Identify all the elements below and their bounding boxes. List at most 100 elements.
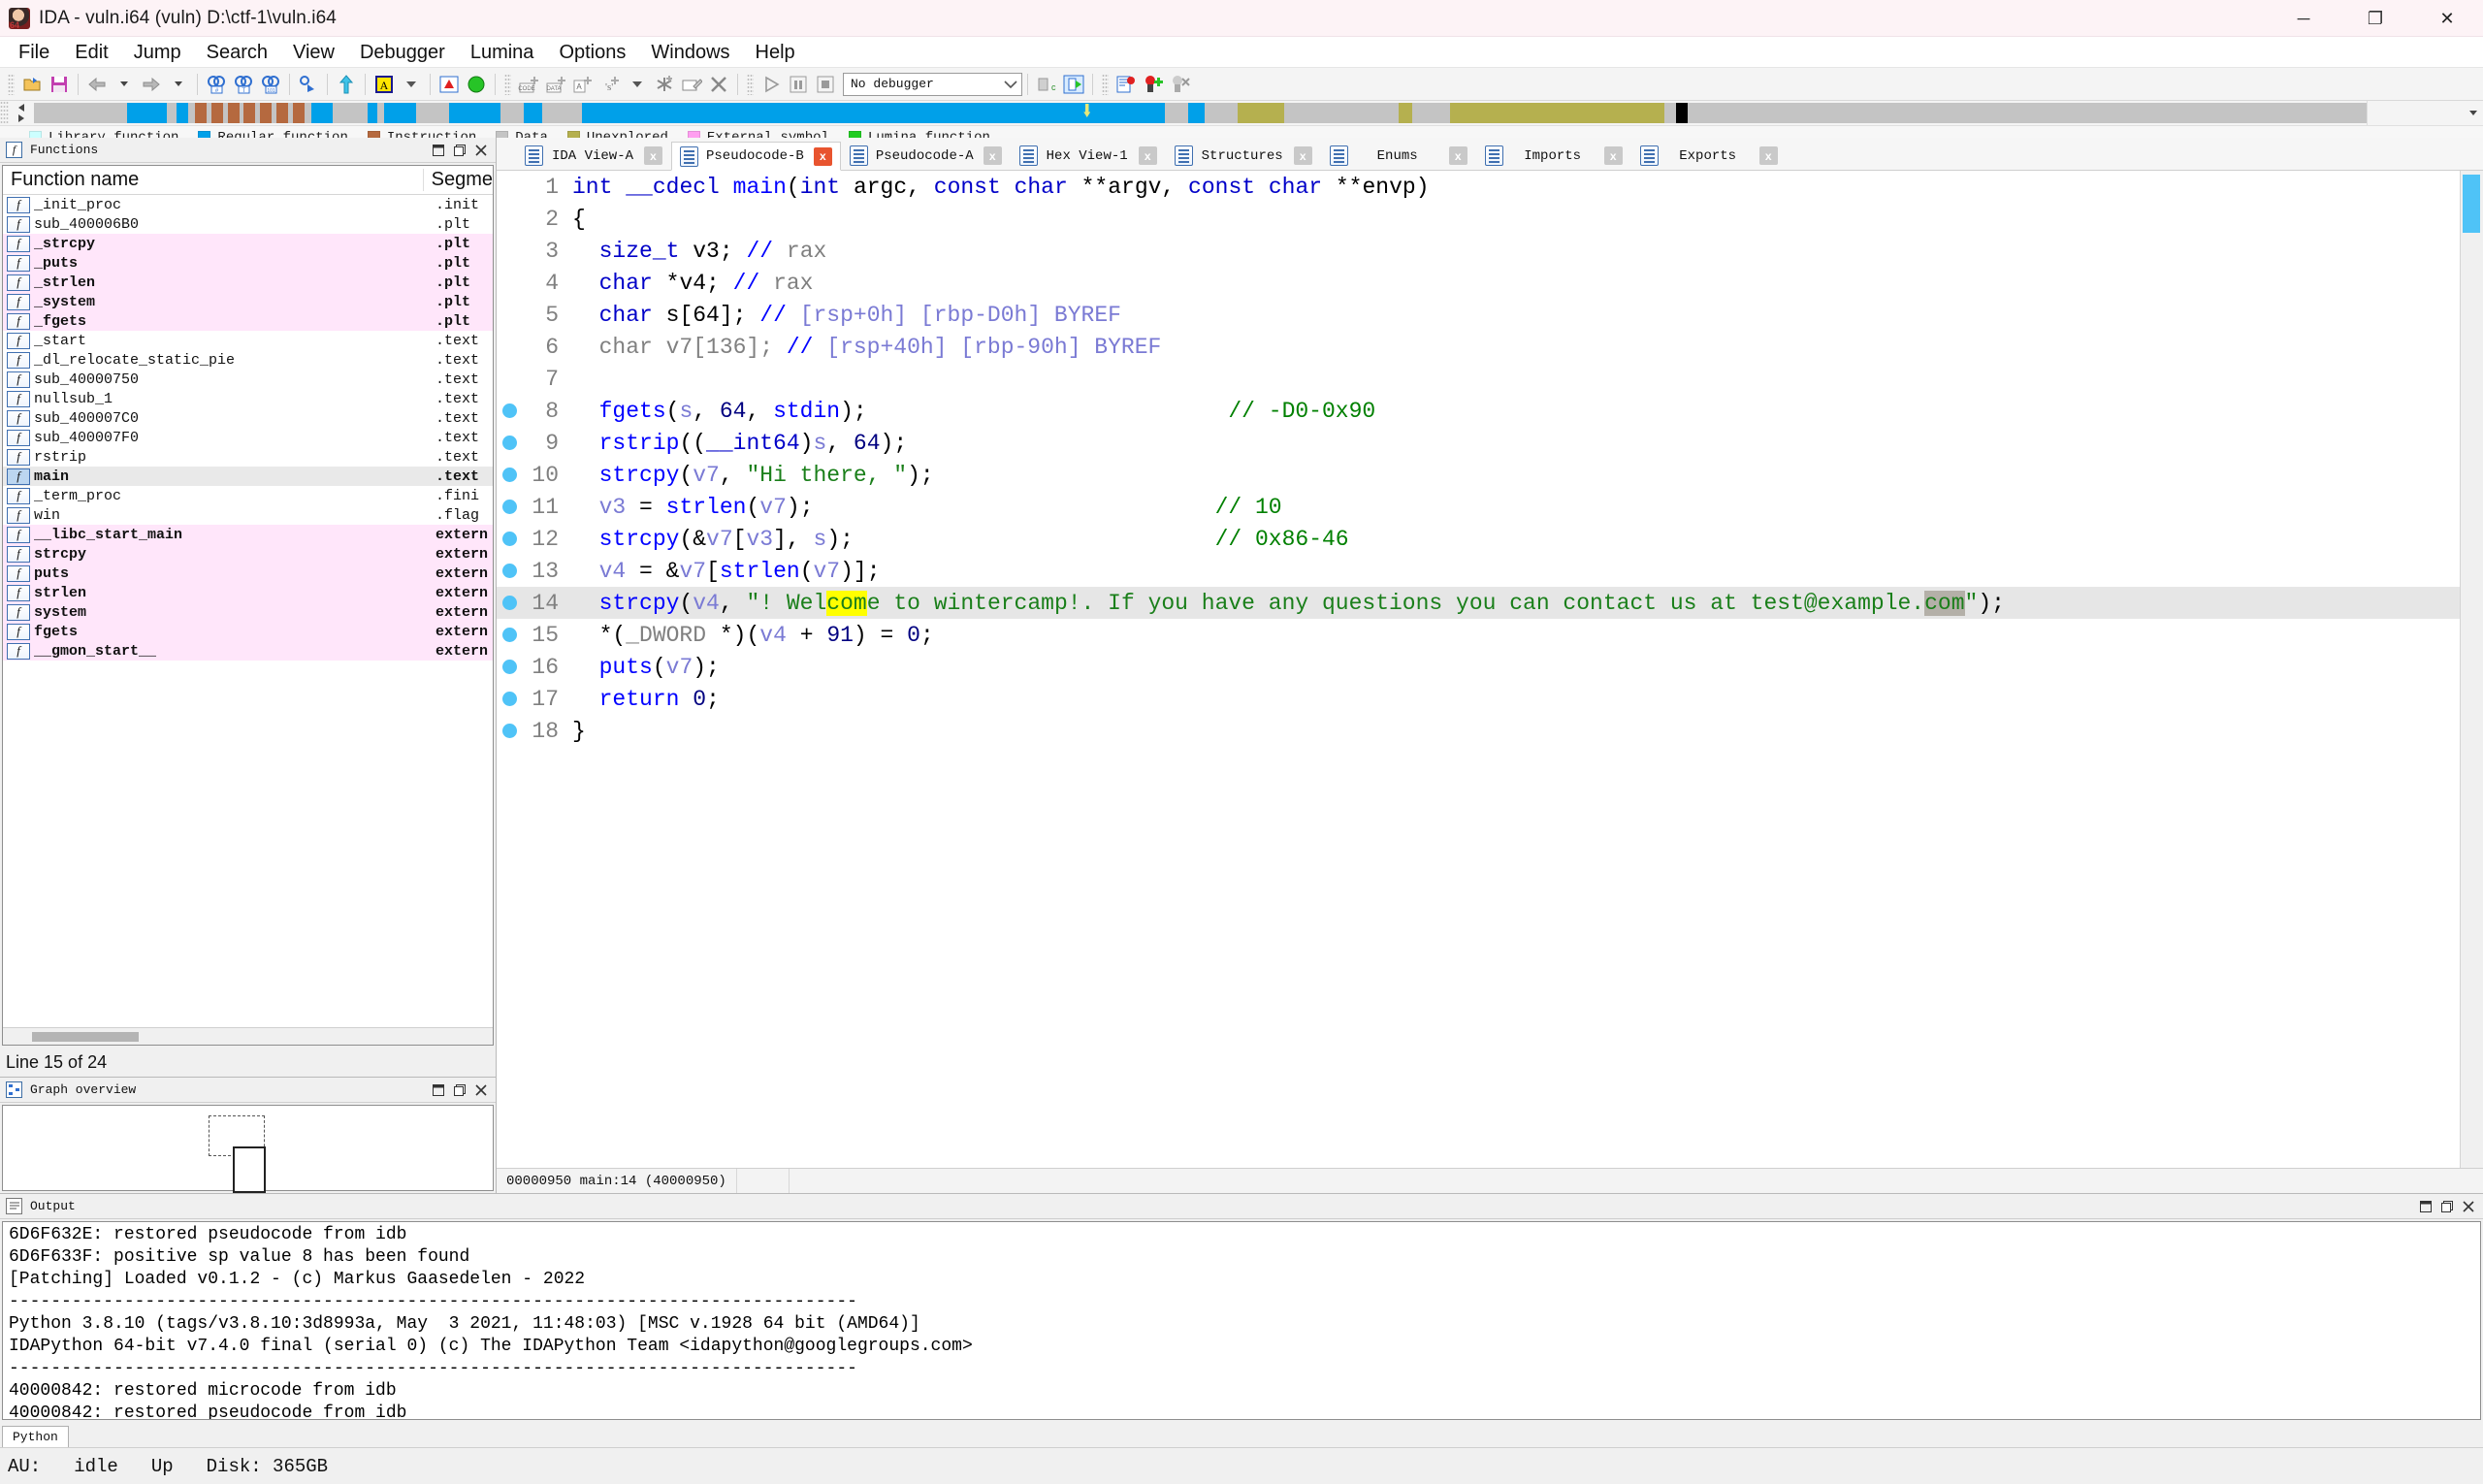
- menu-debugger[interactable]: Debugger: [347, 37, 458, 68]
- pseudocode-line[interactable]: 3 size_t v3; // rax: [497, 235, 2460, 267]
- pseudocode-line-text[interactable]: strcpy(&v7[v3], s); // 0x86-46: [559, 527, 1349, 552]
- graph-overview-maximize-icon[interactable]: [449, 1080, 470, 1101]
- pseudocode-line[interactable]: 2{: [497, 203, 2460, 235]
- function-list-row[interactable]: f fgets extern: [3, 622, 493, 641]
- view-tab-close-icon[interactable]: x: [1448, 146, 1467, 165]
- graph-overview-node[interactable]: [233, 1146, 266, 1193]
- function-list-row[interactable]: f _puts .plt: [3, 253, 493, 273]
- menu-options[interactable]: Options: [546, 37, 638, 68]
- menu-file[interactable]: File: [6, 37, 62, 68]
- search-next-icon[interactable]: [295, 71, 322, 98]
- pseudocode-line-text[interactable]: char *v4; // rax: [559, 271, 814, 296]
- graph-overview-restore-icon[interactable]: [428, 1080, 449, 1101]
- function-list-row[interactable]: f strcpy extern: [3, 544, 493, 564]
- menu-jump[interactable]: Jump: [121, 37, 194, 68]
- breakpoint-marker-icon[interactable]: [497, 532, 522, 546]
- pseudocode-vscroll-thumb[interactable]: [2463, 175, 2480, 233]
- function-list-row[interactable]: f win .flag: [3, 505, 493, 525]
- start-process-icon[interactable]: [1060, 71, 1087, 98]
- pseudocode-line-text[interactable]: }: [559, 719, 586, 744]
- menu-windows[interactable]: Windows: [638, 37, 742, 68]
- view-tab-close-icon[interactable]: x: [1138, 146, 1157, 165]
- open-file-icon[interactable]: [18, 71, 46, 98]
- function-list-row[interactable]: f _strlen .plt: [3, 273, 493, 292]
- function-list-row[interactable]: f _strcpy .plt: [3, 234, 493, 253]
- pseudocode-line-text[interactable]: char v7[136]; // [rsp+40h] [rbp-90h] BYR…: [559, 335, 1162, 360]
- view-tab-close-icon[interactable]: x: [1293, 146, 1312, 165]
- pseudocode-line[interactable]: 5 char s[64]; // [rsp+0h] [rbp-D0h] BYRE…: [497, 299, 2460, 331]
- function-list-row[interactable]: f sub_400006B0 .plt: [3, 214, 493, 234]
- toolbar-grip-4[interactable]: [1102, 73, 1109, 95]
- debug-run-icon[interactable]: [758, 71, 785, 98]
- make-string-dropdown-icon[interactable]: [624, 71, 651, 98]
- function-list-row[interactable]: f main .text: [3, 467, 493, 486]
- function-list-row[interactable]: f sub_40000750 .text: [3, 370, 493, 389]
- graph-overview-canvas[interactable]: [2, 1105, 494, 1193]
- debugger-select[interactable]: No debugger: [843, 72, 1022, 96]
- make-array-icon[interactable]: A: [569, 71, 597, 98]
- view-tab-close-icon[interactable]: x: [644, 146, 662, 165]
- view-tab[interactable]: IDA View-A x: [516, 141, 671, 170]
- breakpoint-marker-icon[interactable]: [497, 403, 522, 418]
- function-list-row[interactable]: f __gmon_start__ extern: [3, 641, 493, 661]
- toolbar-grip-2[interactable]: [504, 73, 511, 95]
- back-arrow-icon[interactable]: [83, 71, 111, 98]
- pseudocode-line-text[interactable]: rstrip((__int64)s, 64);: [559, 431, 908, 456]
- pseudocode-line[interactable]: 15 *(_DWORD *)(v4 + 91) = 0;: [497, 619, 2460, 651]
- breakpoint-marker-icon[interactable]: [497, 724, 522, 738]
- forward-dropdown-icon[interactable]: [165, 71, 192, 98]
- function-list-row[interactable]: f nullsub_1 .text: [3, 389, 493, 408]
- functions-horizontal-scrollbar[interactable]: [3, 1027, 493, 1045]
- output-panel-restore-icon[interactable]: [2415, 1196, 2436, 1217]
- toolbar-grip-3[interactable]: [747, 73, 754, 95]
- function-list-row[interactable]: f puts extern: [3, 564, 493, 583]
- pseudocode-line-text[interactable]: *(_DWORD *)(v4 + 91) = 0;: [559, 623, 934, 648]
- functions-panel-close-icon[interactable]: [470, 140, 492, 161]
- breakpoint-marker-icon[interactable]: [497, 692, 522, 706]
- delete-breakpoint-icon[interactable]: [1167, 71, 1194, 98]
- navband-arrows[interactable]: [9, 101, 34, 125]
- breakpoint-marker-icon[interactable]: [497, 564, 522, 578]
- pseudocode-line[interactable]: 1 int __cdecl main(int argc, const char *…: [497, 171, 2460, 203]
- pseudocode-line[interactable]: 11 v3 = strlen(v7); // 10: [497, 491, 2460, 523]
- pseudocode-line[interactable]: 8 fgets(s, 64, stdin); // -D0-0x90: [497, 395, 2460, 427]
- debug-pause-icon[interactable]: [785, 71, 812, 98]
- make-data-icon[interactable]: DATA: [542, 71, 569, 98]
- function-list-row[interactable]: f _system .plt: [3, 292, 493, 311]
- navigation-band[interactable]: [34, 103, 2367, 123]
- pseudocode-line-text[interactable]: int __cdecl main(int argc, const char **…: [559, 175, 1430, 200]
- breakpoint-list-icon[interactable]: [1113, 71, 1140, 98]
- text-view-icon[interactable]: A: [371, 71, 398, 98]
- view-tab-close-icon[interactable]: x: [1603, 146, 1623, 165]
- save-icon[interactable]: [46, 71, 73, 98]
- function-list-row[interactable]: f rstrip .text: [3, 447, 493, 467]
- edit-icon[interactable]: [678, 71, 705, 98]
- function-list-row[interactable]: f system extern: [3, 602, 493, 622]
- pseudocode-line-text[interactable]: strcpy(v7, "Hi there, ");: [559, 463, 934, 488]
- view-tab[interactable]: Exports x: [1631, 141, 1787, 170]
- undefine-icon[interactable]: [705, 71, 732, 98]
- functions-panel-maximize-icon[interactable]: [449, 140, 470, 161]
- pseudocode-line[interactable]: 13 v4 = &v7[strlen(v7)];: [497, 555, 2460, 587]
- function-list-row[interactable]: f sub_400007F0 .text: [3, 428, 493, 447]
- view-tab[interactable]: Pseudocode-B x: [671, 142, 841, 171]
- navband-grip[interactable]: [0, 101, 9, 125]
- attach-process-icon[interactable]: c: [1033, 71, 1060, 98]
- view-tab[interactable]: Structures x: [1166, 141, 1321, 170]
- make-code-icon[interactable]: CODE: [515, 71, 542, 98]
- output-panel-close-icon[interactable]: [2458, 1196, 2479, 1217]
- pseudocode-vertical-scrollbar[interactable]: [2460, 171, 2483, 1168]
- warning-icon[interactable]: [435, 71, 463, 98]
- jump-up-icon[interactable]: [333, 71, 360, 98]
- close-button[interactable]: ✕: [2411, 0, 2483, 37]
- run-green-icon[interactable]: [463, 71, 490, 98]
- view-tab[interactable]: Pseudocode-A x: [841, 141, 1011, 170]
- make-struct-icon[interactable]: [651, 71, 678, 98]
- make-string-icon[interactable]: 's': [597, 71, 624, 98]
- functions-panel-restore-icon[interactable]: [428, 140, 449, 161]
- search-text-icon[interactable]: T: [230, 71, 257, 98]
- menu-view[interactable]: View: [280, 37, 347, 68]
- pseudocode-line-text[interactable]: v4 = &v7[strlen(v7)];: [559, 559, 881, 584]
- pseudocode-line[interactable]: 7: [497, 363, 2460, 395]
- view-tab[interactable]: Enums x: [1321, 141, 1476, 170]
